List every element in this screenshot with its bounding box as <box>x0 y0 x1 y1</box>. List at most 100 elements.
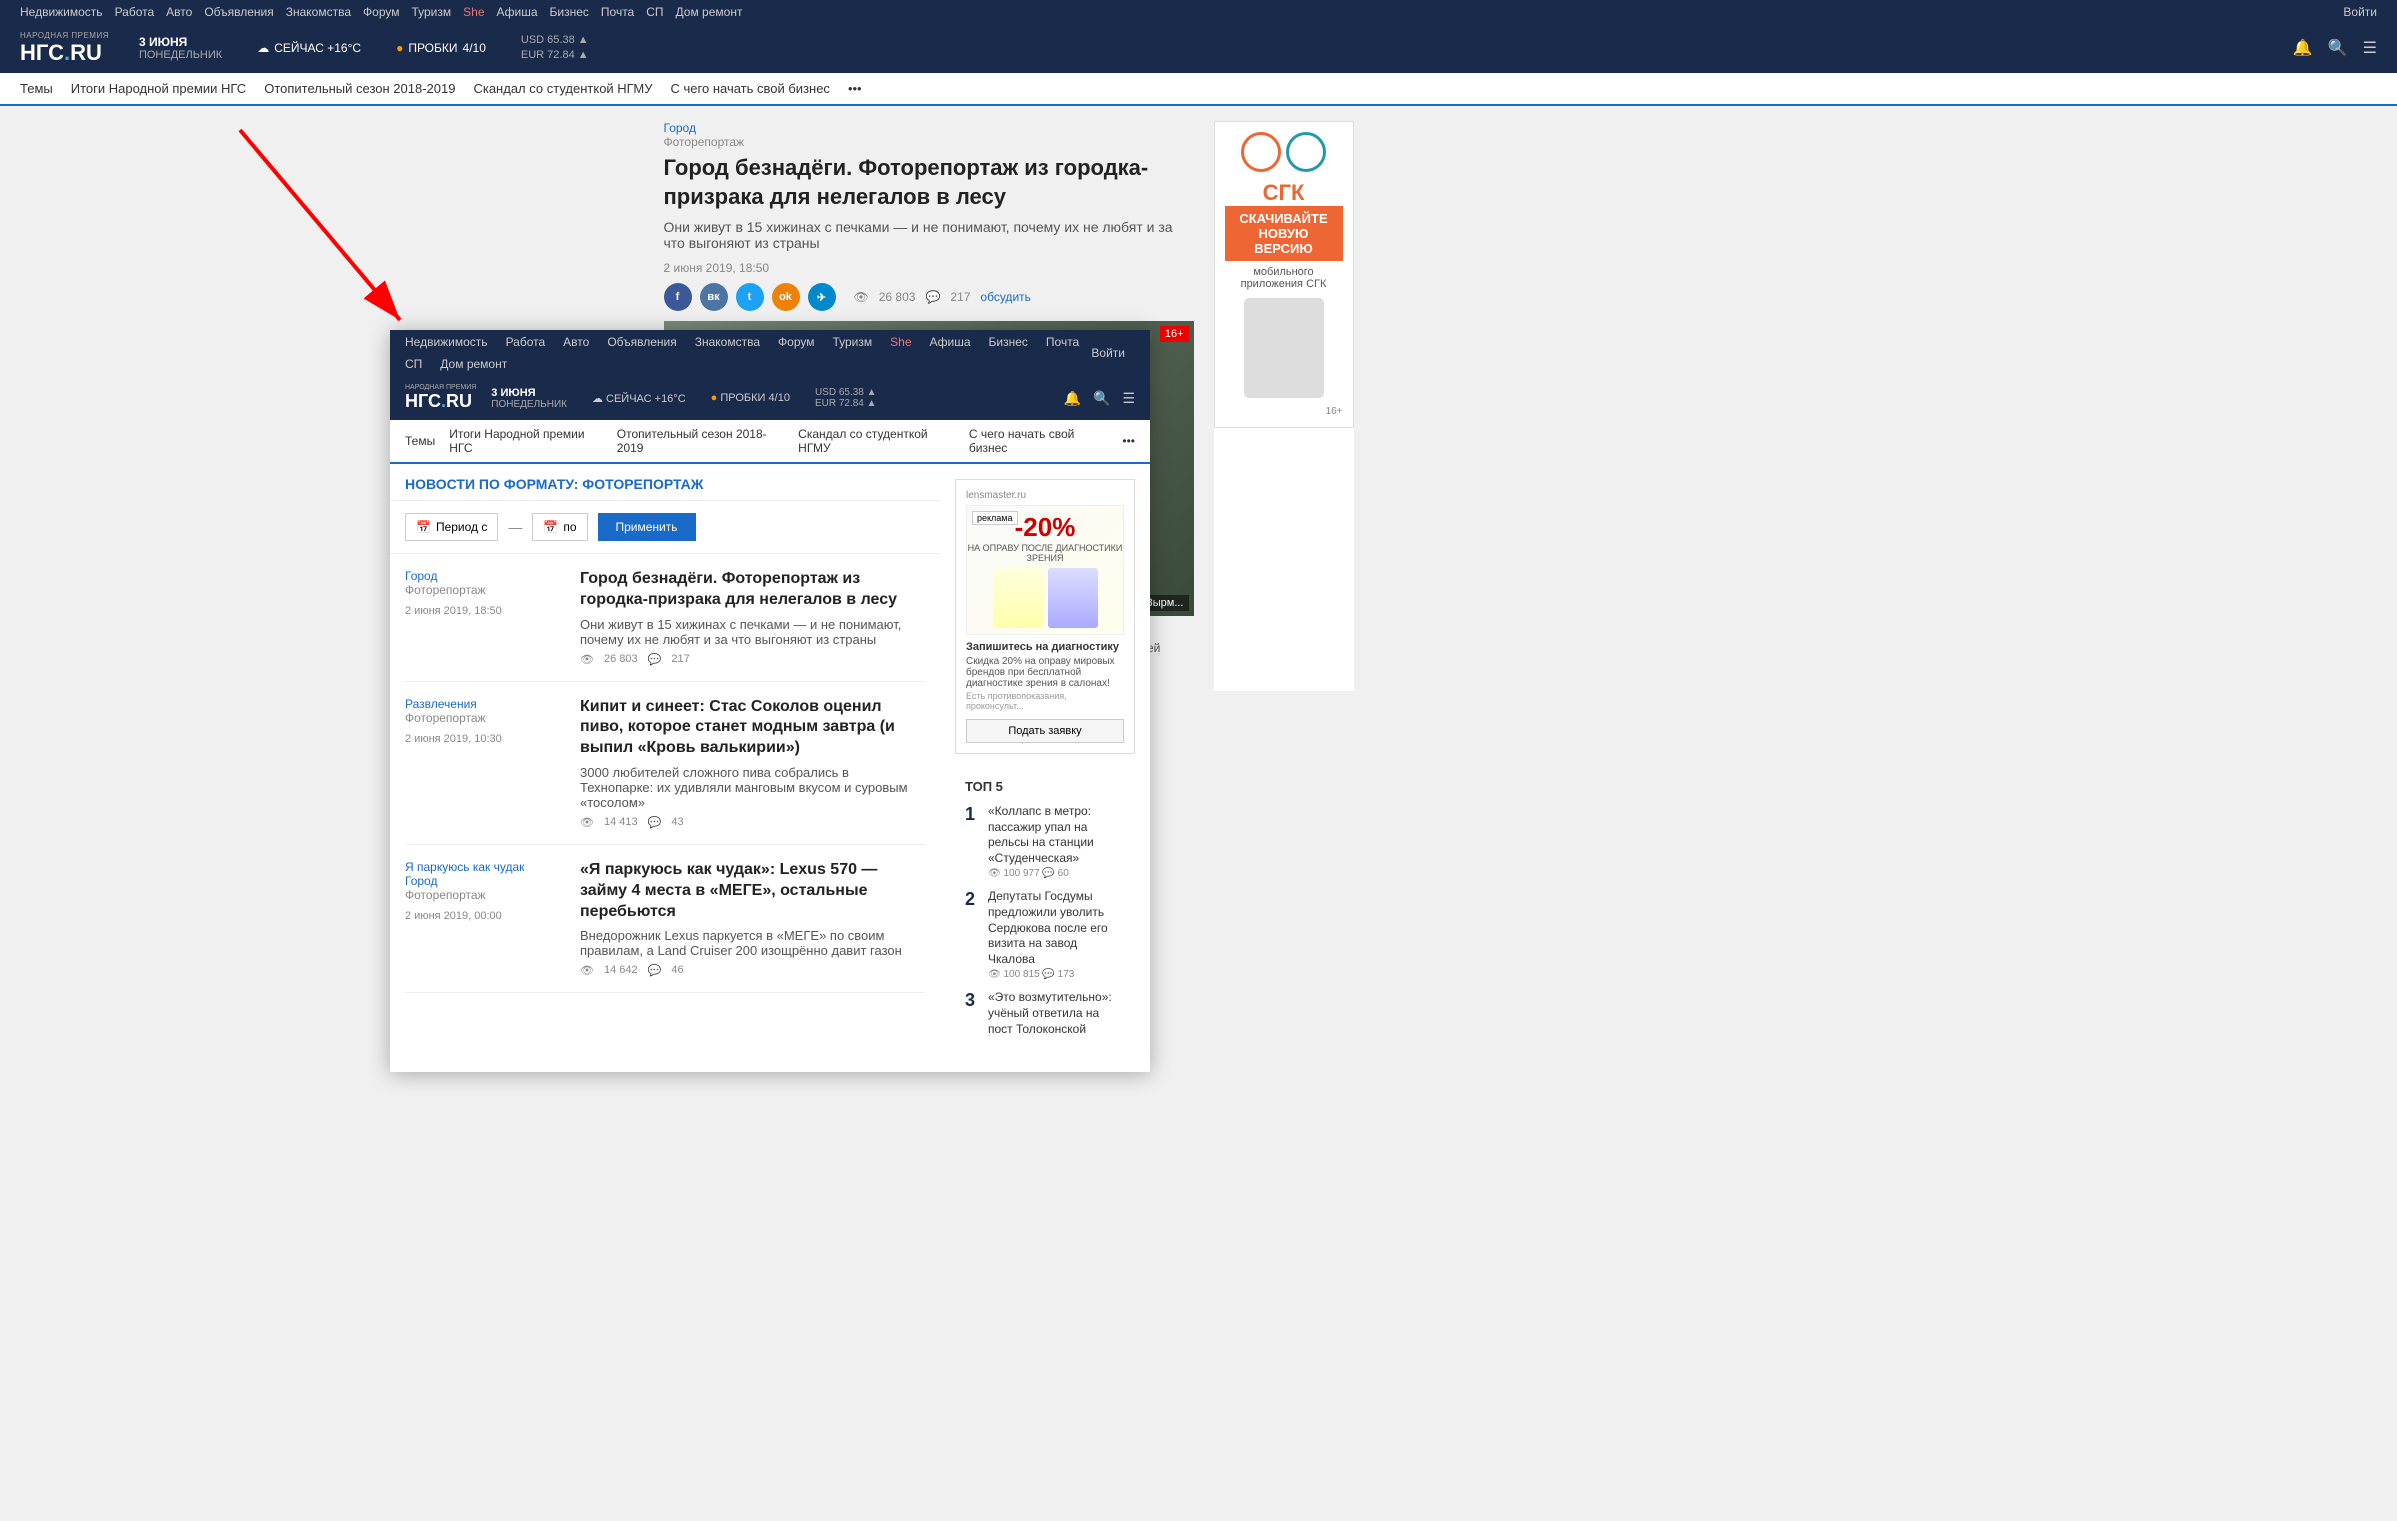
ov-nav-znakomstva[interactable]: Знакомства <box>695 335 760 349</box>
oa1-title[interactable]: Город безнадёги. Фоторепортаж из городка… <box>580 569 925 611</box>
ov-login-link[interactable]: Войти <box>1091 346 1125 360</box>
nav-znakomstva[interactable]: Знакомства <box>286 5 351 19</box>
ov-notification-icon[interactable]: 🔔 <box>1064 390 1081 407</box>
top5-text-1[interactable]: «Коллапс в метро: пассажир упал на рельс… <box>988 804 1125 866</box>
ov-sec-temy[interactable]: Темы <box>405 434 435 448</box>
nav-turizm[interactable]: Туризм <box>411 5 451 19</box>
ad-cta-button[interactable]: Подать заявку <box>966 719 1124 743</box>
right-ad-block[interactable]: lensmaster.ru реклама -20% НА ОПРАВУ ПОС… <box>955 479 1135 754</box>
oa1-stats: 👁 26 803 💬 217 <box>580 653 925 666</box>
nav-nedvizhimost[interactable]: Недвижимость <box>20 5 103 19</box>
nav-obyavleniya[interactable]: Объявления <box>204 5 273 19</box>
oa1-meta: Город Фоторепортаж 2 июня 2019, 18:50 <box>405 569 565 666</box>
secondary-navigation: Темы Итоги Народной премии НГС Отопитель… <box>0 73 2397 106</box>
ad-subtext: мобильного приложения СГК <box>1225 266 1343 290</box>
ad-people-images <box>993 568 1098 628</box>
nav-pochta[interactable]: Почта <box>601 5 634 19</box>
oa2-title[interactable]: Кипит и синеет: Стас Соколов оценил пиво… <box>580 697 925 759</box>
top5-content-2: Депутаты Госдумы предложили уволить Серд… <box>988 889 1125 980</box>
views-icon: 👁 <box>854 290 869 304</box>
apply-filter-button[interactable]: Применить <box>598 513 696 541</box>
calendar-from-icon: 📅 <box>416 520 431 534</box>
ov-sec-otoplenie[interactable]: Отопительный сезон 2018-2019 <box>617 427 784 455</box>
date-from-input[interactable]: 📅 Период с <box>405 513 498 541</box>
nav-forum[interactable]: Форум <box>363 5 399 19</box>
share-telegram[interactable]: ✈ <box>808 283 836 311</box>
sec-nav-temy[interactable]: Темы <box>20 81 53 96</box>
overlay-article-2: Развлечения Фоторепортаж 2 июня 2019, 10… <box>405 682 925 845</box>
ov-nav-nedvizhimost[interactable]: Недвижимость <box>405 335 488 349</box>
ov-sec-biznes[interactable]: С чего начать свой бизнес <box>969 427 1109 455</box>
overlay-secondary-nav: Темы Итоги Народной премии НГС Отопитель… <box>390 420 1150 464</box>
share-facebook[interactable]: f <box>664 283 692 311</box>
ov-nav-turizm[interactable]: Туризм <box>832 335 872 349</box>
ov-nav-obyavleniya[interactable]: Объявления <box>607 335 676 349</box>
header-date: 3 ИЮНЯ ПОНЕДЕЛЬНИК <box>139 35 222 61</box>
ad-person-2 <box>1048 568 1098 628</box>
sec-nav-itogi[interactable]: Итоги Народной премии НГС <box>71 81 246 96</box>
login-link[interactable]: Войти <box>2343 5 2377 19</box>
oa2-date: 2 июня 2019, 10:30 <box>405 733 565 745</box>
search-icon[interactable]: 🔍 <box>2328 38 2348 58</box>
ov-nav-dom-remont[interactable]: Дом ремонт <box>440 357 507 371</box>
oa1-category[interactable]: Город <box>405 569 565 583</box>
ov-nav-she[interactable]: She <box>890 335 911 349</box>
ov-nav-pochta[interactable]: Почта <box>1046 335 1079 349</box>
ov-nav-afisha[interactable]: Афиша <box>930 335 971 349</box>
menu-icon[interactable]: ☰ <box>2363 38 2377 58</box>
top-navigation: Недвижимость Работа Авто Объявления Знак… <box>0 0 2397 24</box>
nav-biznes[interactable]: Бизнес <box>550 5 589 19</box>
ov-search-icon[interactable]: 🔍 <box>1093 390 1110 407</box>
sec-nav-biznes[interactable]: С чего начать свой бизнес <box>671 81 830 96</box>
share-twitter[interactable]: t <box>736 283 764 311</box>
ov-weather-icon: ☁ <box>592 393 603 405</box>
date-filter-bar: 📅 Период с — 📅 по Применить <box>390 501 940 554</box>
ov-menu-icon[interactable]: ☰ <box>1122 390 1135 407</box>
usd-rate: USD 65.38 ▲ <box>521 33 589 48</box>
ad-source: lensmaster.ru <box>966 490 1124 501</box>
top5-text-3[interactable]: «Это возмутительно»: учёный ответила на … <box>988 990 1125 1037</box>
discuss-link[interactable]: обсудить <box>980 290 1030 304</box>
section-title: НОВОСТИ ПО ФОРМАТУ: ФОТОРЕПОРТАЖ <box>390 464 940 501</box>
age-rating: 16+ <box>1160 326 1189 342</box>
top5-text-2[interactable]: Депутаты Госдумы предложили уволить Серд… <box>988 889 1125 967</box>
oa3-content: «Я паркуюсь как чудак»: Lexus 570 — займ… <box>580 860 925 977</box>
notification-icon[interactable]: 🔔 <box>2293 38 2313 58</box>
oa3-category[interactable]: Я паркуюсь как чудак <box>405 860 565 874</box>
sec-nav-skandal[interactable]: Скандал со студенткой НГМУ <box>473 81 652 96</box>
ov-nav-forum[interactable]: Форум <box>778 335 814 349</box>
nav-avto[interactable]: Авто <box>166 5 192 19</box>
site-logo[interactable]: НАРОДНАЯ ПРЕМИЯ НГС.RU <box>20 32 109 65</box>
article-category[interactable]: Город <box>664 121 696 135</box>
main-article-timestamp: 2 июня 2019, 18:50 <box>664 261 1194 275</box>
nav-rabota[interactable]: Работа <box>115 5 155 19</box>
oa1-comments: 217 <box>671 653 689 666</box>
main-article-title[interactable]: Город безнадёги. Фоторепортаж из городка… <box>664 154 1194 211</box>
ad-content[interactable]: СГК СКАЧИВАЙТЕ НОВУЮ ВЕРСИЮ мобильного п… <box>1214 121 1354 428</box>
overlay-header-icons: 🔔 🔍 ☰ <box>1064 390 1135 407</box>
nav-afisha[interactable]: Афиша <box>497 5 538 19</box>
sec-nav-more[interactable]: ••• <box>848 81 862 96</box>
ov-nav-avto[interactable]: Авто <box>563 335 589 349</box>
nav-she[interactable]: She <box>463 5 484 19</box>
ov-nav-sp[interactable]: СП <box>405 357 422 371</box>
nav-dom-remont[interactable]: Дом ремонт <box>676 5 743 19</box>
ov-nav-biznes[interactable]: Бизнес <box>989 335 1028 349</box>
top5-content-3: «Это возмутительно»: учёный ответила на … <box>988 990 1125 1037</box>
nav-sp[interactable]: СП <box>646 5 663 19</box>
overlay-logo[interactable]: НАРОДНАЯ ПРЕМИЯ НГС.RU <box>405 384 476 412</box>
date-to-input[interactable]: 📅 по <box>532 513 587 541</box>
oa3-title[interactable]: «Я паркуюсь как чудак»: Lexus 570 — займ… <box>580 860 925 922</box>
weather-temp: СЕЙЧАС +16°С <box>274 41 361 55</box>
ov-sec-itogi[interactable]: Итоги Народной премии НГС <box>449 427 603 455</box>
oa3-comments: 46 <box>671 964 683 977</box>
top5-content-1: «Коллапс в метро: пассажир упал на рельс… <box>988 804 1125 879</box>
share-ok[interactable]: ok <box>772 283 800 311</box>
oa2-category[interactable]: Развлечения <box>405 697 565 711</box>
ov-sec-more[interactable]: ••• <box>1122 434 1135 448</box>
sec-nav-otoplenie[interactable]: Отопительный сезон 2018-2019 <box>264 81 455 96</box>
ov-sec-skandal[interactable]: Скандал со студенткой НГМУ <box>798 427 955 455</box>
oa3-type2[interactable]: Город <box>405 874 565 888</box>
ov-nav-rabota[interactable]: Работа <box>506 335 546 349</box>
share-vk[interactable]: вк <box>700 283 728 311</box>
